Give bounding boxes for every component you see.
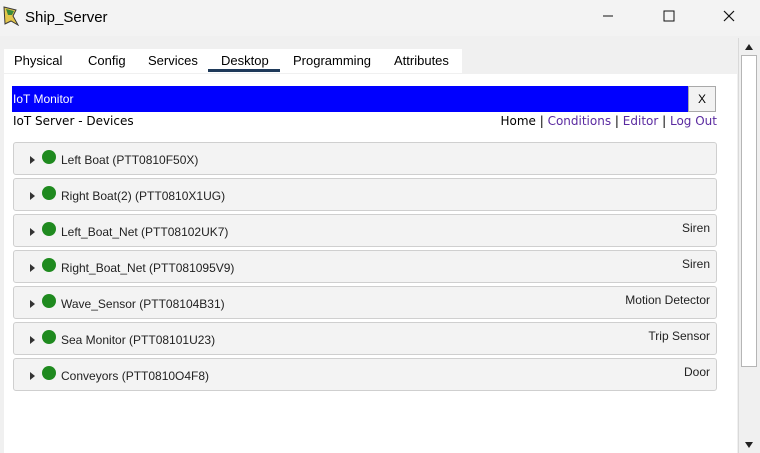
tab-config[interactable]: Config: [88, 53, 126, 68]
title-bar: Ship_Server: [0, 0, 760, 36]
status-online-icon: [42, 186, 56, 200]
expand-caret-icon[interactable]: [30, 372, 35, 380]
device-row[interactable]: Left Boat (PTT0810F50X): [13, 142, 717, 175]
device-name: Conveyors (PTT0810O4F8): [61, 369, 210, 383]
minimize-icon: [602, 9, 614, 27]
tab-physical[interactable]: Physical: [14, 53, 62, 68]
device-row[interactable]: Left_Boat_Net (PTT08102UK7) Siren: [13, 214, 717, 247]
nav-separator: |: [614, 114, 623, 128]
nav-editor-link[interactable]: Editor: [623, 114, 659, 128]
device-name: Sea Monitor (PTT08101U23): [61, 333, 216, 347]
status-online-icon: [42, 150, 56, 164]
packet-tracer-server-icon: [3, 6, 21, 27]
selected-tab-indicator: [208, 69, 280, 72]
device-row[interactable]: Conveyors (PTT0810O4F8) Door: [13, 358, 717, 391]
close-icon: [723, 9, 735, 27]
scroll-up-button[interactable]: [739, 38, 759, 54]
device-list: Left Boat (PTT0810F50X) Right Boat(2) (P…: [13, 142, 717, 453]
scroll-down-button[interactable]: [739, 436, 759, 452]
triangle-down-icon: [745, 435, 753, 453]
tab-desktop[interactable]: Desktop: [221, 53, 269, 68]
tab-attributes[interactable]: Attributes: [394, 53, 449, 68]
triangle-up-icon: [745, 37, 753, 55]
status-online-icon: [42, 222, 56, 236]
nav-separator: |: [662, 114, 670, 128]
device-name: Right Boat(2) (PTT0810X1UG): [61, 189, 226, 203]
minimize-button[interactable]: [584, 0, 632, 36]
tab-programming[interactable]: Programming: [293, 53, 371, 68]
nav-conditions-link[interactable]: Conditions: [548, 114, 612, 128]
device-name: Wave_Sensor (PTT08104B31): [61, 297, 225, 311]
iot-nav: Home | Conditions | Editor | Log Out: [500, 114, 717, 128]
page-subheader: IoT Server - Devices: [13, 114, 134, 128]
window-title: Ship_Server: [25, 9, 108, 26]
device-type: Door: [683, 365, 710, 379]
vertical-scrollbar[interactable]: [738, 38, 759, 453]
expand-caret-icon[interactable]: [30, 156, 35, 164]
scroll-thumb[interactable]: [741, 55, 757, 367]
expand-caret-icon[interactable]: [30, 336, 35, 344]
iot-monitor-title: IoT Monitor: [13, 92, 74, 106]
status-online-icon: [42, 294, 56, 308]
nav-logout-link[interactable]: Log Out: [670, 114, 717, 128]
iot-monitor-close-button[interactable]: X: [688, 86, 716, 112]
expand-caret-icon[interactable]: [30, 192, 35, 200]
status-online-icon: [42, 330, 56, 344]
status-online-icon: [42, 366, 56, 380]
device-type: Motion Detector: [625, 293, 710, 307]
device-row[interactable]: Right_Boat_Net (PTT081095V9) Siren: [13, 250, 717, 283]
close-window-button[interactable]: [705, 0, 753, 36]
expand-caret-icon[interactable]: [30, 264, 35, 272]
device-type: Siren: [681, 257, 710, 271]
nav-separator: |: [539, 114, 548, 128]
maximize-icon: [663, 9, 675, 27]
device-type: Siren: [681, 221, 710, 235]
device-name: Left_Boat_Net (PTT08102UK7): [61, 225, 229, 239]
device-type: Trip Sensor: [648, 329, 710, 343]
device-name: Right_Boat_Net (PTT081095V9): [61, 261, 235, 275]
device-name: Left Boat (PTT0810F50X): [61, 153, 199, 167]
expand-caret-icon[interactable]: [30, 300, 35, 308]
tab-services[interactable]: Services: [148, 53, 198, 68]
device-row[interactable]: Sea Monitor (PTT08101U23) Trip Sensor: [13, 322, 717, 355]
nav-home-link[interactable]: Home: [500, 114, 535, 128]
maximize-button[interactable]: [645, 0, 693, 36]
device-row[interactable]: Wave_Sensor (PTT08104B31) Motion Detecto…: [13, 286, 717, 319]
iot-monitor-header: IoT Monitor: [12, 86, 688, 112]
device-row[interactable]: Right Boat(2) (PTT0810X1UG): [13, 178, 717, 211]
status-online-icon: [42, 258, 56, 272]
expand-caret-icon[interactable]: [30, 228, 35, 236]
